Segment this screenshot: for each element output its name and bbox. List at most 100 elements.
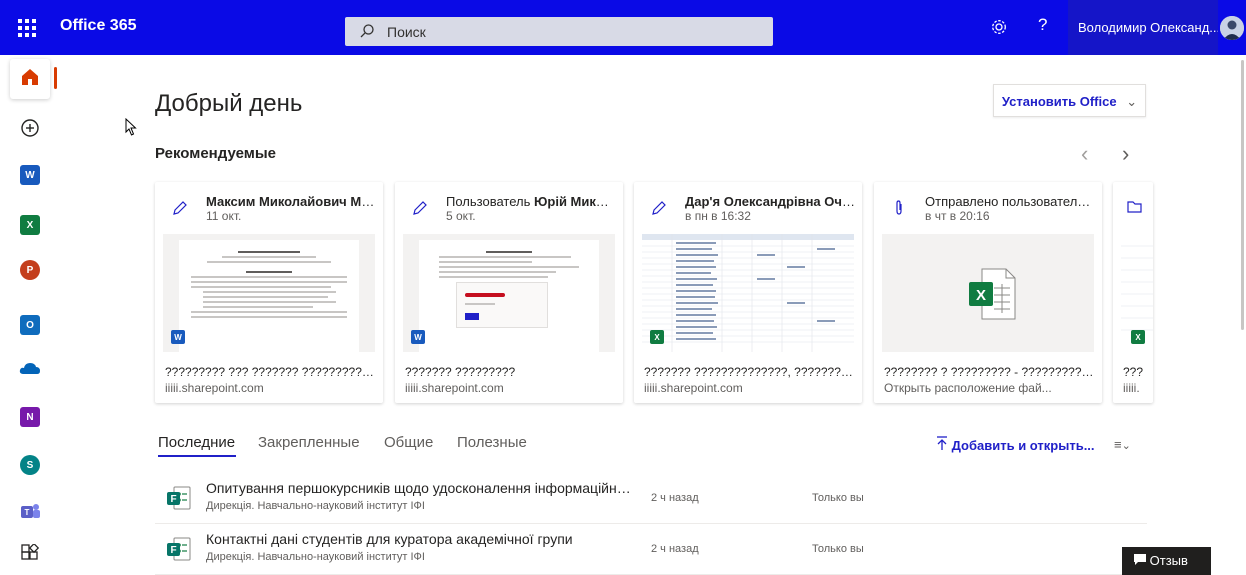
forms-file-icon: F	[166, 536, 192, 567]
upload-and-open-button[interactable]: Добавить и открыть...	[936, 436, 1095, 453]
feedback-button[interactable]: Отзыв	[1122, 547, 1211, 575]
comment-icon	[1134, 553, 1150, 568]
svg-text:X: X	[976, 287, 986, 304]
card-date: в пн в 16:32	[685, 209, 751, 223]
tab-discover[interactable]: Полезные	[457, 434, 527, 451]
file-row[interactable]: F Опитування першокурсників щодо удоскон…	[155, 473, 1147, 524]
card-file-name[interactable]: ???	[1123, 365, 1153, 379]
rail-outlook[interactable]: O	[10, 305, 50, 345]
teams-icon: T	[19, 502, 41, 525]
rail-onedrive[interactable]	[10, 350, 50, 390]
recommended-card[interactable]: Отправлено пользователем ... в чт в 20:1…	[874, 182, 1102, 403]
card-activity: Дар'я Олександрівна Очитко...	[685, 194, 855, 209]
rail-onenote[interactable]: N	[10, 397, 50, 437]
active-tab-underline	[158, 455, 236, 457]
search-box[interactable]: Поиск	[345, 17, 773, 46]
pencil-icon	[651, 200, 667, 221]
card-file-name[interactable]: ??????? ??????????????, ??????? ??? ...	[644, 365, 854, 379]
gear-icon[interactable]	[990, 18, 1008, 41]
rail-sharepoint[interactable]: S	[10, 445, 50, 485]
card-date: 11 окт.	[206, 209, 242, 223]
chevron-down-icon: ⌄	[1126, 94, 1138, 109]
document-thumbnail: W	[403, 234, 615, 352]
upload-icon	[936, 436, 952, 453]
home-icon	[20, 67, 40, 92]
card-activity: Отправлено пользователем ...	[925, 194, 1095, 209]
tab-pinned[interactable]: Закрепленные	[258, 434, 360, 451]
spreadsheet-thumbnail: X	[1121, 234, 1153, 352]
rail-teams[interactable]: T	[10, 493, 50, 533]
active-indicator	[54, 67, 57, 89]
svg-text:F: F	[170, 494, 176, 505]
rail-excel[interactable]: X	[10, 205, 50, 245]
card-file-name[interactable]: ??????? ?????????	[405, 365, 615, 379]
rail-create[interactable]	[10, 110, 50, 150]
file-name[interactable]: Контактні дані студентів для куратора ак…	[206, 531, 636, 547]
card-location[interactable]: Открыть расположение фай...	[884, 381, 1052, 395]
recommended-heading: Рекомендуемые	[155, 145, 276, 162]
rail-powerpoint[interactable]: P	[10, 250, 50, 290]
file-name[interactable]: Опитування першокурсників щодо удосконал…	[206, 480, 636, 496]
word-icon: W	[171, 330, 185, 344]
rail-all-apps[interactable]	[10, 535, 50, 575]
help-icon[interactable]: ?	[1038, 15, 1047, 35]
rail-home[interactable]	[10, 59, 50, 99]
file-path: Дирекція. Навчально-науковий інститут ІФ…	[206, 500, 425, 512]
top-bar: Office 365 Поиск ? Володимир Олександ...	[0, 0, 1246, 55]
file-row[interactable]: F Контактні дані студентів для куратора …	[155, 524, 1147, 575]
svg-text:T: T	[25, 508, 30, 517]
chevron-right-icon[interactable]: ›	[1122, 141, 1129, 167]
word-icon: W	[411, 330, 425, 344]
feedback-label: Отзыв	[1149, 553, 1188, 568]
card-location: iiiii.sharepoint.com	[405, 381, 504, 395]
card-activity: Пользователь Юрій Микола...	[446, 194, 616, 209]
excel-icon: X	[1131, 330, 1145, 344]
tab-recent[interactable]: Последние	[158, 434, 235, 451]
svg-text:F: F	[170, 545, 176, 556]
powerpoint-icon: P	[20, 260, 40, 280]
card-date: в чт в 20:16	[925, 209, 990, 223]
outlook-icon: O	[20, 315, 40, 335]
all-apps-icon	[21, 542, 40, 567]
recommended-card[interactable]: X ??? iiiii.	[1113, 182, 1153, 403]
recommended-card[interactable]: Максим Миколайович Маль... 11 окт. W ???…	[155, 182, 383, 403]
recommended-card[interactable]: Дар'я Олександрівна Очитко... в пн в 16:…	[634, 182, 862, 403]
spreadsheet-thumbnail: X	[642, 234, 854, 352]
forms-file-icon: F	[166, 485, 192, 516]
recommended-card[interactable]: Пользователь Юрій Микола... 5 окт. W ???…	[395, 182, 623, 403]
search-icon	[359, 23, 375, 44]
paperclip-icon	[891, 200, 907, 221]
app-launcher-icon[interactable]	[18, 19, 36, 37]
card-location: iiiii.sharepoint.com	[165, 381, 264, 395]
card-file-name[interactable]: ????????? ??? ??????? ????????????...	[165, 365, 375, 379]
word-icon: W	[20, 165, 40, 185]
card-location: iiiii.	[1123, 381, 1140, 395]
upload-and-open-label: Добавить и открыть...	[951, 438, 1095, 453]
card-activity: Максим Миколайович Маль...	[206, 194, 376, 209]
sort-menu-icon[interactable]: ≡⌄	[1114, 437, 1131, 452]
excel-file-icon: X	[968, 268, 1016, 325]
page-title: Добрый день	[155, 90, 303, 117]
file-time: 2 ч назад	[651, 543, 699, 555]
app-name-link[interactable]: Office 365	[60, 17, 136, 35]
rail-word[interactable]: W	[10, 155, 50, 195]
plus-circle-icon	[20, 118, 40, 143]
file-sharing: Только вы	[812, 492, 864, 504]
card-file-name[interactable]: ???????? ? ????????? - ???????????...	[884, 365, 1094, 379]
account-name[interactable]: Володимир Олександ...	[1068, 0, 1218, 55]
page-scrollbar[interactable]	[1241, 60, 1244, 330]
install-office-label: Установить Office	[1001, 94, 1117, 109]
card-location: iiiii.sharepoint.com	[644, 381, 743, 395]
search-input-placeholder[interactable]: Поиск	[387, 24, 426, 40]
mouse-cursor-icon	[125, 117, 137, 141]
onenote-icon: N	[20, 407, 40, 427]
install-office-button[interactable]: Установить Office ⌄	[993, 84, 1146, 117]
folder-icon	[1127, 200, 1143, 219]
tab-shared[interactable]: Общие	[384, 434, 433, 451]
pencil-icon	[412, 200, 428, 221]
file-sharing: Только вы	[812, 543, 864, 555]
excel-icon: X	[650, 330, 664, 344]
chevron-left-icon[interactable]: ‹	[1081, 141, 1088, 167]
app-rail: W X P O N S T	[0, 55, 60, 575]
avatar[interactable]	[1220, 16, 1244, 40]
